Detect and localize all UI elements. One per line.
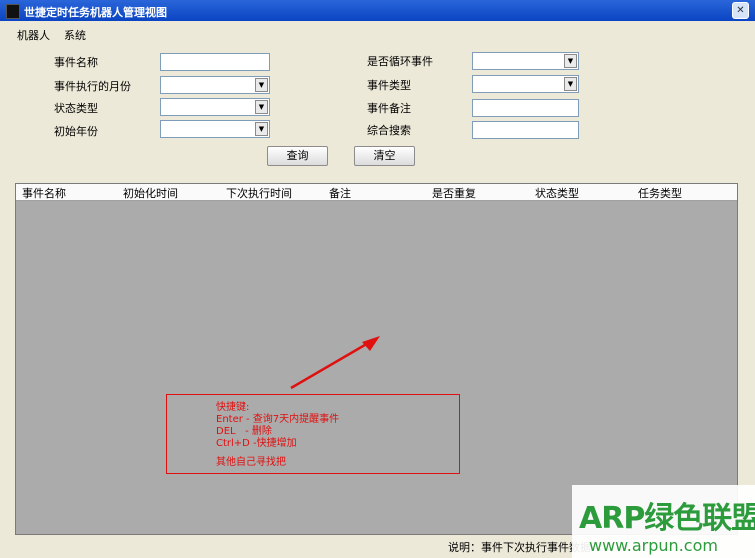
chevron-down-icon[interactable]: ▼ [255,122,268,136]
event-name-input[interactable] [160,53,270,71]
exec-month-select[interactable]: ▼ [160,76,270,94]
clear-button[interactable]: 清空 [354,146,415,166]
col-event-name[interactable]: 事件名称 [22,185,66,201]
watermark-title: ARP绿色联盟 [579,501,755,536]
label-status-type: 状态类型 [54,102,98,115]
shortcut-annotation-box [166,394,460,474]
title-bar: 世捷定时任务机器人管理视图 ✕ [0,0,755,21]
label-search: 综合搜索 [367,124,411,137]
col-next-exec-time[interactable]: 下次执行时间 [226,185,292,201]
query-button[interactable]: 查询 [267,146,328,166]
search-input[interactable] [472,121,579,139]
window-title: 世捷定时任务机器人管理视图 [24,6,167,19]
annotation-arrow [290,336,380,390]
initial-year-select[interactable]: ▼ [160,120,270,138]
label-exec-month: 事件执行的月份 [54,80,131,93]
event-type-select[interactable]: ▼ [472,75,579,93]
is-recurring-select[interactable]: ▼ [472,52,579,70]
event-note-input[interactable] [472,99,579,117]
close-button[interactable]: ✕ [732,2,749,19]
label-is-recurring: 是否循环事件 [367,55,433,68]
chevron-down-icon[interactable]: ▼ [255,78,268,92]
col-task-type[interactable]: 任务类型 [638,185,682,201]
menu-bar: 机器人 系统 [0,21,755,43]
status-type-select[interactable]: ▼ [160,98,270,116]
annotation-line: Ctrl+D -快捷增加 [216,438,297,449]
grid-header: 事件名称 初始化时间 下次执行时间 备注 是否重复 状态类型 任务类型 [16,184,737,201]
watermark-url: www.arpun.com [589,536,718,555]
annotation-line: 其他自己寻找把 [216,457,286,468]
label-event-name: 事件名称 [54,56,98,69]
col-status-type[interactable]: 状态类型 [535,185,579,201]
app-icon [6,4,20,19]
watermark-logo: ARP绿色联盟 www.arpun.com [572,485,755,558]
label-event-type: 事件类型 [367,79,411,92]
chevron-down-icon[interactable]: ▼ [255,100,268,114]
menu-robot[interactable]: 机器人 [17,27,50,43]
status-text: 说明：事件下次执行事件数据 [448,541,591,554]
chevron-down-icon[interactable]: ▼ [564,77,577,91]
label-event-note: 事件备注 [367,102,411,115]
col-note[interactable]: 备注 [329,185,351,201]
menu-system[interactable]: 系统 [64,27,86,43]
label-initial-year: 初始年份 [54,125,98,138]
col-init-time[interactable]: 初始化时间 [123,185,178,201]
chevron-down-icon[interactable]: ▼ [564,54,577,68]
col-is-repeat[interactable]: 是否重复 [432,185,476,201]
